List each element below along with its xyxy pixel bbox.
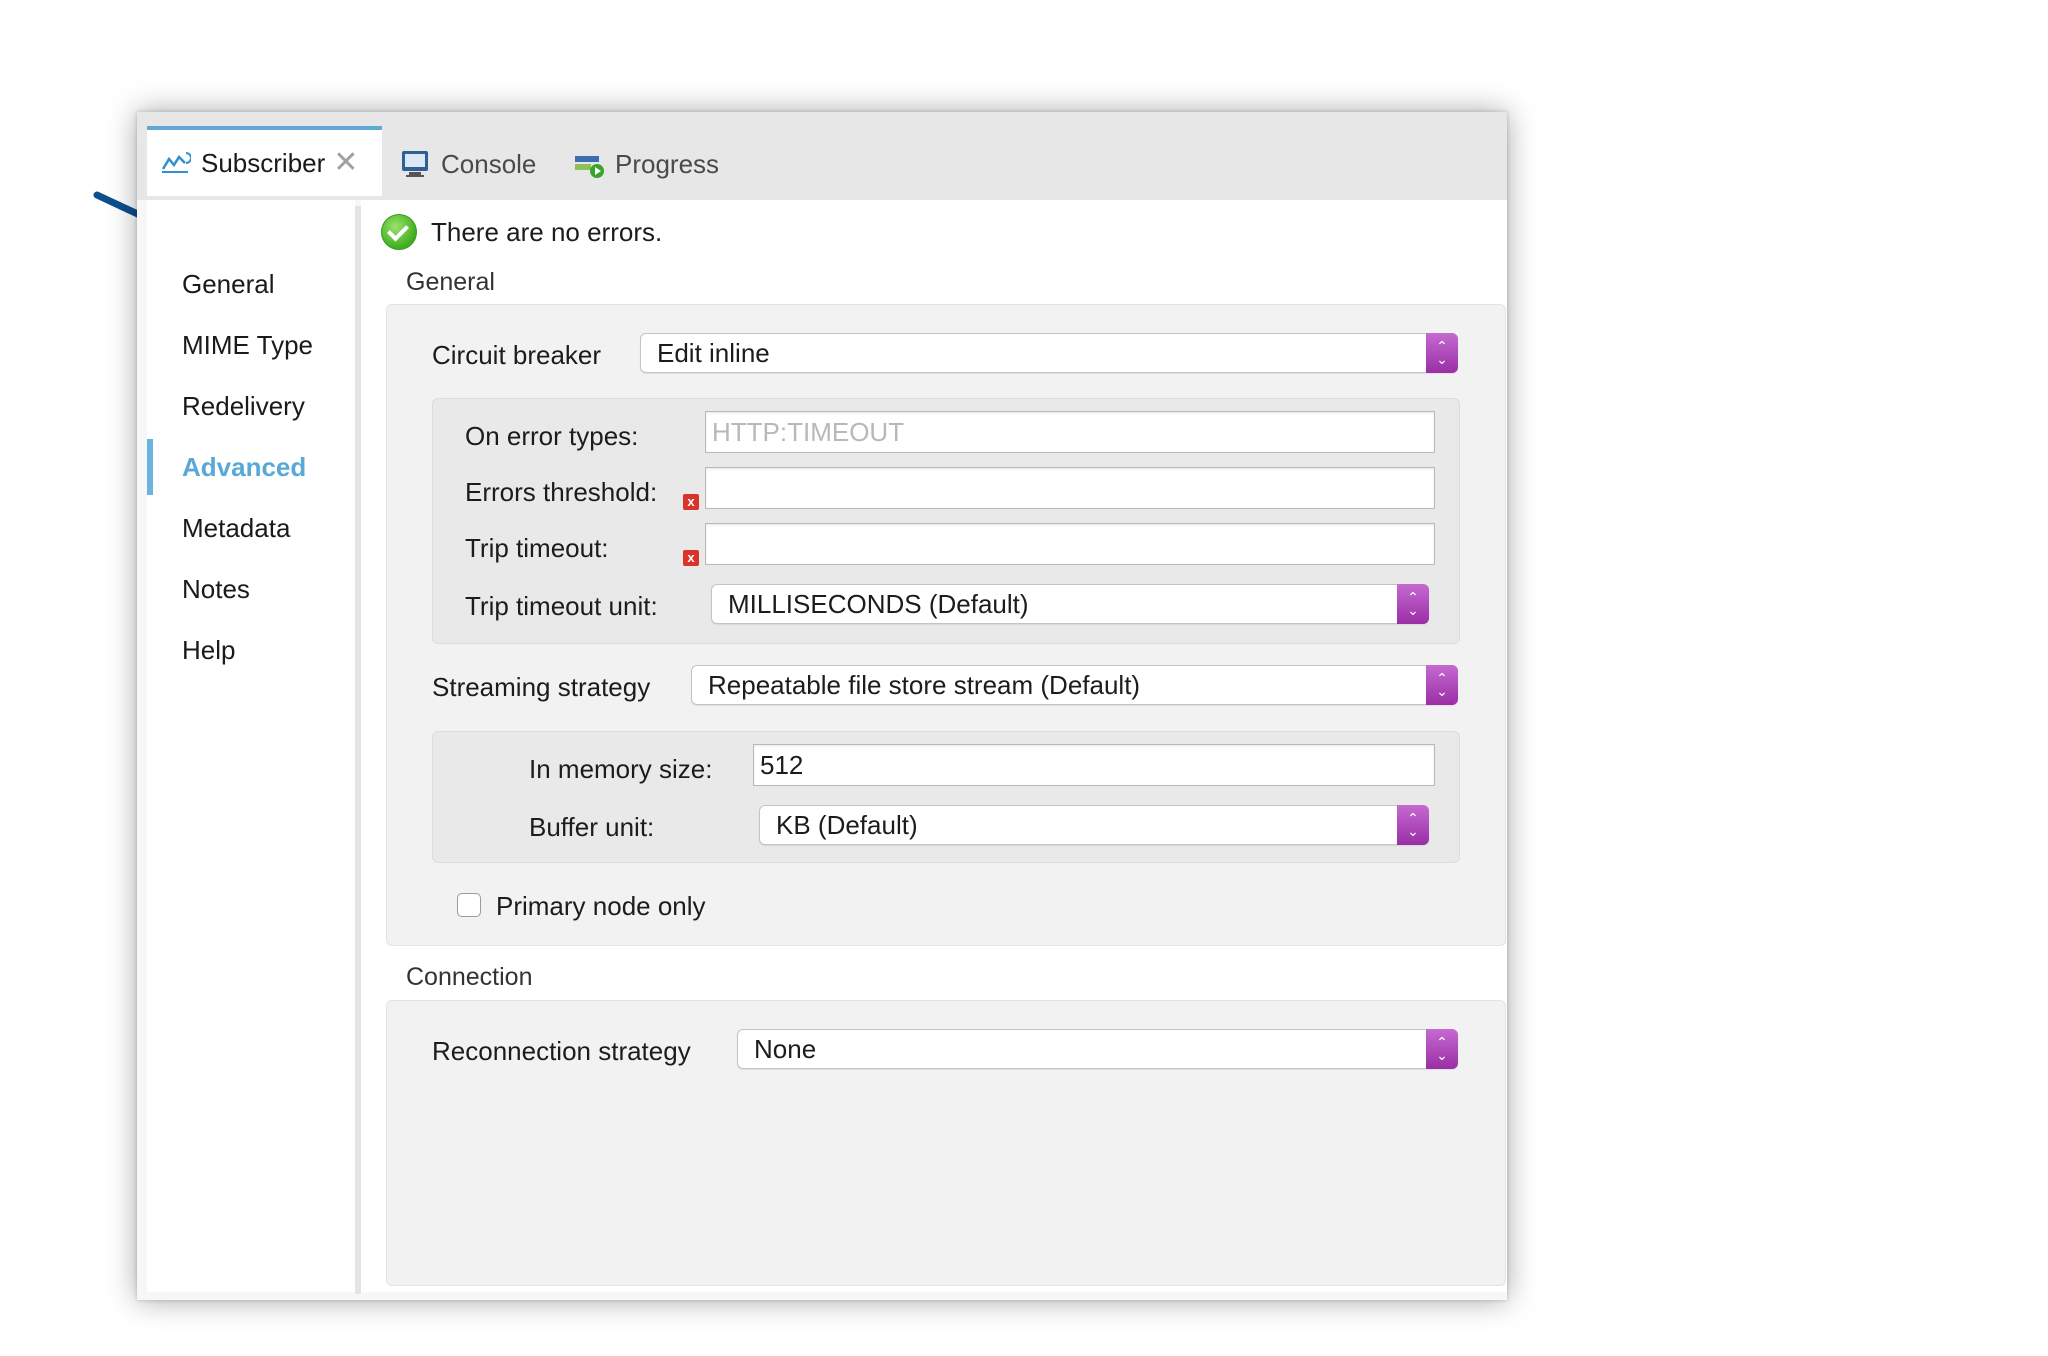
sidebar: General MIME Type Redelivery Advanced Me…: [147, 200, 355, 1292]
close-icon[interactable]: ✕: [333, 148, 358, 178]
trip-timeout-unit-label: Trip timeout unit:: [465, 591, 658, 621]
tab-console[interactable]: Console: [399, 128, 536, 200]
sidebar-item-redelivery[interactable]: Redelivery: [147, 378, 355, 434]
connection-group: Reconnection strategy None ⌃ ⌄: [386, 1000, 1506, 1286]
in-memory-size-input[interactable]: [753, 744, 1435, 786]
properties-window: Subscriber ✕ Console Progress General MI…: [137, 112, 1507, 1300]
trip-timeout-label: Trip timeout:: [465, 533, 609, 563]
select-value: Repeatable file store stream (Default): [708, 669, 1141, 700]
reconnection-strategy-label: Reconnection strategy: [432, 1036, 691, 1066]
tab-progress[interactable]: Progress: [573, 128, 719, 200]
circuit-breaker-label: Circuit breaker: [432, 340, 602, 370]
sidebar-item-label: General: [182, 268, 275, 299]
chevron-up-down-icon: ⌃ ⌄: [1397, 805, 1429, 845]
error-icon: x: [683, 550, 699, 566]
primary-node-only-label: Primary node only: [496, 891, 706, 921]
section-title-connection: Connection: [406, 963, 533, 991]
section-title-general: General: [406, 268, 495, 296]
trip-timeout-unit-select[interactable]: MILLISECONDS (Default) ⌃ ⌄: [711, 584, 1429, 624]
on-error-types-label: On error types:: [465, 421, 639, 451]
chevron-up-down-icon: ⌃ ⌄: [1426, 333, 1458, 373]
status-message: There are no errors.: [381, 214, 662, 250]
sidebar-item-label: Redelivery: [182, 390, 305, 421]
error-icon: x: [683, 494, 699, 510]
subscriber-icon: [159, 147, 192, 179]
streaming-strategy-label: Streaming strategy: [432, 672, 651, 702]
sidebar-item-mime-type[interactable]: MIME Type: [147, 317, 355, 373]
sidebar-item-label: MIME Type: [182, 329, 314, 360]
sidebar-item-metadata[interactable]: Metadata: [147, 500, 355, 556]
reconnection-strategy-select[interactable]: None ⌃ ⌄: [737, 1029, 1458, 1069]
content-panel: There are no errors. General Circuit bre…: [361, 200, 1507, 1292]
tab-bar: Subscriber ✕ Console Progress: [137, 112, 1507, 200]
sidebar-item-notes[interactable]: Notes: [147, 561, 355, 617]
select-value: Edit inline: [657, 337, 770, 368]
sidebar-item-label: Advanced: [182, 451, 307, 482]
status-text: There are no errors.: [431, 216, 663, 247]
streaming-strategy-select[interactable]: Repeatable file store stream (Default) ⌃…: [691, 665, 1458, 705]
sidebar-item-general[interactable]: General: [147, 256, 355, 312]
in-memory-size-label: In memory size:: [529, 754, 713, 784]
tab-label: Progress: [615, 148, 720, 179]
trip-timeout-input[interactable]: [705, 523, 1435, 565]
on-error-types-input[interactable]: [705, 411, 1435, 453]
tab-label: Subscriber: [201, 147, 326, 178]
errors-threshold-input[interactable]: [705, 467, 1435, 509]
progress-icon: [573, 148, 605, 180]
buffer-unit-label: Buffer unit:: [529, 812, 655, 842]
tab-label: Console: [441, 148, 537, 179]
tab-subscriber[interactable]: Subscriber ✕: [147, 126, 382, 196]
select-value: MILLISECONDS (Default): [728, 588, 1029, 619]
sidebar-item-label: Help: [182, 634, 236, 665]
select-value: None: [754, 1033, 817, 1064]
chevron-up-down-icon: ⌃ ⌄: [1426, 1029, 1458, 1069]
sidebar-item-advanced[interactable]: Advanced: [147, 439, 355, 495]
primary-node-only-checkbox[interactable]: [457, 893, 481, 917]
buffer-unit-select[interactable]: KB (Default) ⌃ ⌄: [759, 805, 1429, 845]
chevron-up-down-icon: ⌃ ⌄: [1426, 665, 1458, 705]
circuit-breaker-subgroup: On error types: Errors threshold: x Trip…: [432, 398, 1460, 644]
check-circle-icon: [381, 214, 417, 250]
streaming-subgroup: In memory size: Buffer unit: KB (Default…: [432, 731, 1460, 863]
chevron-up-down-icon: ⌃ ⌄: [1397, 584, 1429, 624]
general-group: Circuit breaker Edit inline ⌃ ⌄ On error …: [386, 304, 1506, 946]
sidebar-item-help[interactable]: Help: [147, 622, 355, 678]
sidebar-item-label: Metadata: [182, 512, 291, 543]
sidebar-item-label: Notes: [182, 573, 250, 604]
console-icon: [399, 148, 431, 180]
errors-threshold-label: Errors threshold:: [465, 477, 658, 507]
select-value: KB (Default): [776, 809, 918, 840]
circuit-breaker-select[interactable]: Edit inline ⌃ ⌄: [640, 333, 1458, 373]
